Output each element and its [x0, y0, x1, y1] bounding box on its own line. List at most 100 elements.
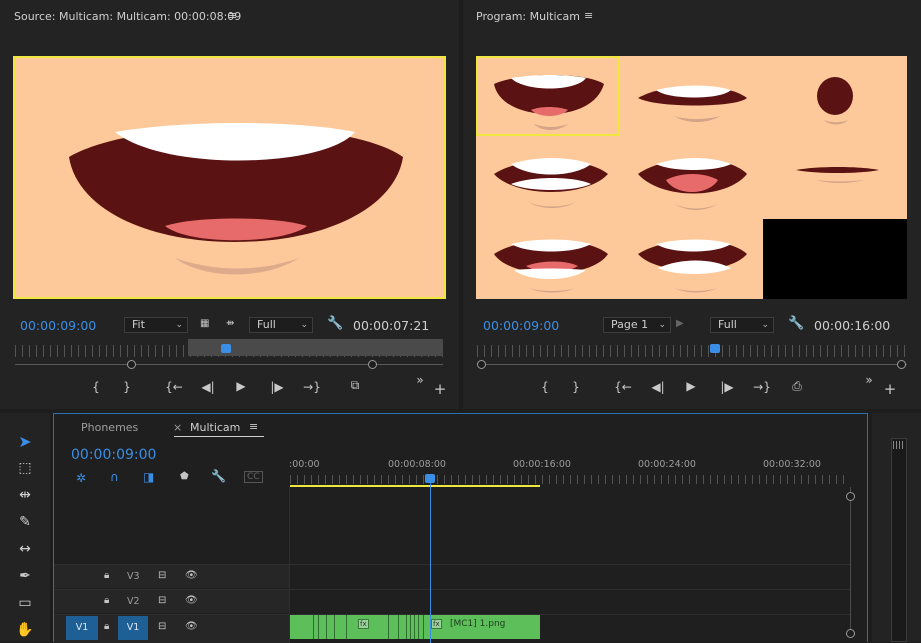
dropped-frames-icon[interactable]: ⇻	[226, 318, 234, 329]
track-target-v1[interactable]: V1	[118, 616, 148, 640]
mark-out-button[interactable]: }	[567, 380, 585, 394]
tab-phonemes[interactable]: Phonemes	[81, 421, 138, 434]
program-scroll-handle-right[interactable]	[897, 360, 906, 369]
timeline-settings-wrench-icon[interactable]: 🔧	[211, 469, 226, 483]
sync-lock-icon[interactable]: ⊟	[158, 621, 166, 632]
track-lane-v3[interactable]	[290, 564, 850, 588]
step-back-button[interactable]: ◀|	[197, 380, 219, 394]
lock-icon[interactable]: 🔒︎	[104, 621, 109, 632]
source-zoom-scrollbar[interactable]	[15, 364, 443, 365]
lock-icon[interactable]: 🔒︎	[104, 595, 109, 606]
chevron-down-icon: ⌄	[300, 320, 308, 330]
export-frame-button[interactable]: ⎙	[786, 379, 808, 394]
play-button[interactable]: ▶	[682, 379, 700, 393]
razor-tool-icon[interactable]: ✎	[12, 511, 38, 533]
pen-tool-icon[interactable]: ✒	[12, 565, 38, 587]
fx-badge[interactable]: fx	[431, 619, 442, 629]
source-scroll-handle-left[interactable]	[127, 360, 136, 369]
program-panel-menu-icon[interactable]: ≡	[584, 9, 593, 22]
more-controls-button[interactable]: »	[860, 373, 878, 387]
add-button-icon[interactable]: +	[431, 380, 449, 398]
source-scroll-handle-right[interactable]	[368, 360, 377, 369]
insert-button[interactable]: ⧉	[344, 378, 366, 393]
program-time-ruler[interactable]	[477, 345, 907, 357]
lock-icon[interactable]: 🔒︎	[104, 570, 109, 581]
next-page-arrow-icon[interactable]: ▶	[676, 318, 684, 329]
track-header-v2: 🔒︎ V2 ⊟ 👁︎	[54, 589, 289, 613]
slip-tool-icon[interactable]: ↔	[12, 538, 38, 560]
source-playhead[interactable]	[221, 344, 231, 353]
step-forward-button[interactable]: |▶	[716, 380, 738, 394]
go-to-in-button[interactable]: {←	[163, 380, 185, 394]
timeline-playhead-line[interactable]	[430, 482, 431, 643]
cut-line	[406, 615, 407, 639]
go-to-in-button[interactable]: {←	[612, 380, 634, 394]
sync-lock-icon[interactable]: ⊟	[158, 570, 166, 581]
tab-multicam[interactable]: Multicam	[190, 421, 240, 434]
wrench-icon[interactable]: 🔧	[788, 316, 804, 331]
source-duration-timecode: 00:00:07:21	[353, 318, 430, 333]
multicam-page-value: Page 1	[611, 318, 649, 331]
tab-phonemes-close-icon[interactable]: ×	[173, 421, 182, 434]
multicam-mouth-grid	[476, 56, 907, 299]
tools-panel: ➤ ⬚ ⇹ ✎ ↔ ✒ ▭ ✋	[0, 413, 50, 642]
timeline-vertical-scrollbar[interactable]	[850, 487, 851, 637]
source-quality-dropdown[interactable]: Full ⌄	[249, 317, 313, 333]
eye-icon[interactable]: 👁︎	[185, 570, 198, 581]
step-back-button[interactable]: ◀|	[647, 380, 669, 394]
mark-in-button[interactable]: {	[536, 380, 554, 394]
go-to-out-button[interactable]: →}	[301, 380, 323, 394]
source-playhead-timecode[interactable]: 00:00:09:00	[20, 318, 96, 333]
source-zoom-value: Fit	[132, 318, 145, 331]
nest-icon[interactable]: ✲	[76, 471, 86, 485]
meter-cap	[893, 441, 905, 449]
program-quality-dropdown[interactable]: Full ⌄	[710, 317, 774, 333]
timeline-timecode[interactable]: 00:00:09:00	[71, 447, 156, 463]
linked-selection-icon[interactable]: ◨	[143, 470, 154, 484]
ruler-label-24: 00:00:24:00	[638, 459, 696, 470]
go-to-out-button[interactable]: →}	[751, 380, 773, 394]
program-monitor-panel: Program: Multicam ≡ 00:00:09:00 Page 1 ⌄…	[463, 0, 921, 409]
ruler-label-8: 00:00:08:00	[388, 459, 446, 470]
more-controls-button[interactable]: »	[411, 373, 429, 387]
multicam-clip[interactable]: fx fx [MC1] 1.png	[290, 615, 540, 639]
chevron-down-icon: ⌄	[761, 320, 769, 330]
play-button[interactable]: ▶	[232, 379, 250, 393]
rectangle-tool-icon[interactable]: ▭	[12, 592, 38, 614]
program-scroll-handle-left[interactable]	[477, 360, 486, 369]
step-forward-button[interactable]: |▶	[266, 380, 288, 394]
selection-tool-icon[interactable]: ➤	[12, 431, 38, 453]
captions-icon[interactable]: CC	[244, 471, 263, 483]
source-patch-v1[interactable]: V1	[66, 616, 98, 640]
snap-magnet-icon[interactable]: ∩	[110, 470, 119, 484]
ruler-label-32: 00:00:32:00	[763, 459, 821, 470]
source-zoom-dropdown[interactable]: Fit ⌄	[124, 317, 188, 333]
fx-badge[interactable]: fx	[358, 619, 369, 629]
source-panel-menu-icon[interactable]: ≡	[228, 9, 237, 22]
add-button-icon[interactable]: +	[881, 380, 899, 398]
vertical-scroll-handle-bottom[interactable]	[846, 629, 855, 638]
cut-line	[414, 615, 415, 639]
add-marker-icon[interactable]: ⬟	[180, 471, 189, 482]
wrench-icon[interactable]: 🔧	[327, 316, 343, 331]
program-playhead[interactable]	[710, 344, 720, 353]
track-header-v1: V1 🔒︎ V1 ⊟ 👁︎	[54, 614, 289, 643]
multicam-page-dropdown[interactable]: Page 1 ⌄	[603, 317, 671, 333]
mark-out-button[interactable]: }	[118, 380, 136, 394]
ripple-edit-tool-icon[interactable]: ⇹	[12, 484, 38, 506]
program-zoom-scrollbar[interactable]	[479, 364, 907, 365]
sync-lock-icon[interactable]: ⊟	[158, 595, 166, 606]
timeline-time-ruler[interactable]	[290, 475, 850, 484]
timeline-menu-icon[interactable]: ≡	[249, 420, 258, 433]
track-select-tool-icon[interactable]: ⬚	[12, 457, 38, 479]
hand-tool-icon[interactable]: ✋	[12, 619, 38, 641]
vertical-scroll-handle-top[interactable]	[846, 492, 855, 501]
eye-icon[interactable]: 👁︎	[185, 595, 198, 606]
mark-in-button[interactable]: {	[87, 380, 105, 394]
work-area-bar[interactable]	[290, 485, 540, 487]
eye-icon[interactable]: 👁︎	[185, 621, 198, 632]
safe-margins-icon[interactable]: ▦	[200, 318, 209, 329]
cut-line	[313, 615, 314, 639]
program-playhead-timecode[interactable]: 00:00:09:00	[483, 318, 559, 333]
track-lane-v2[interactable]	[290, 589, 850, 613]
